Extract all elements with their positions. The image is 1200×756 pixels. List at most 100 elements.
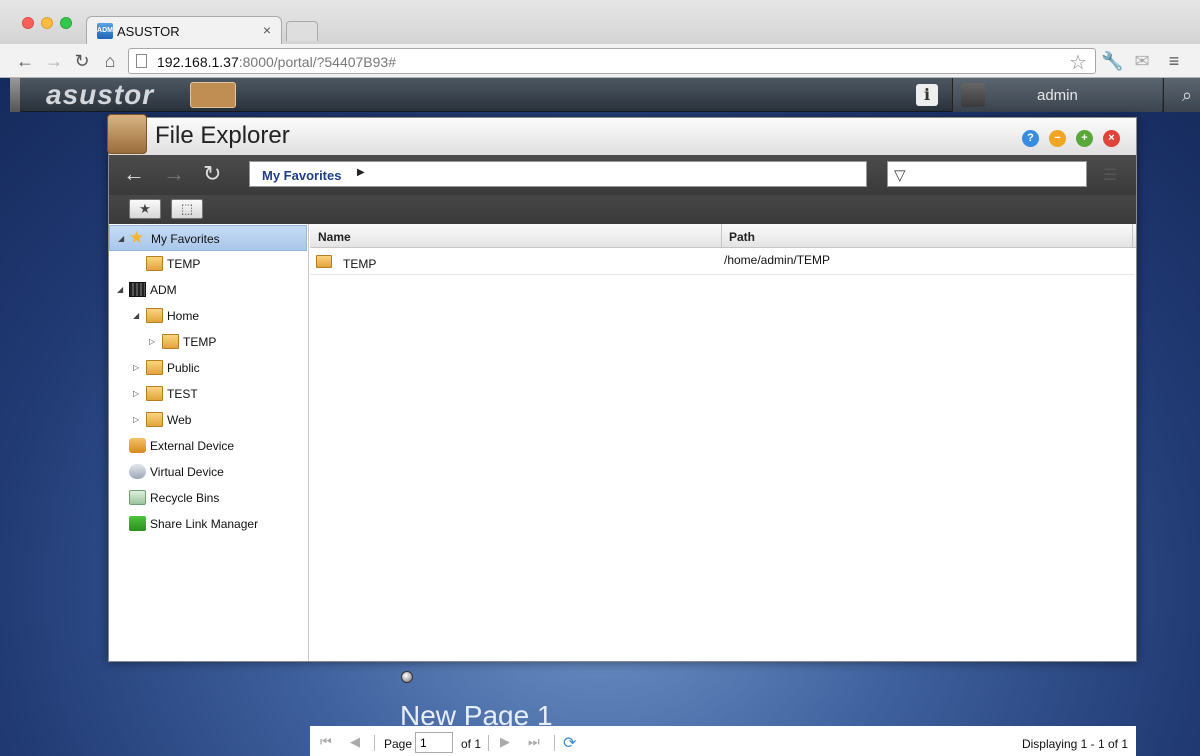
shared-folder-icon — [146, 308, 163, 323]
zoom-window-button[interactable] — [60, 17, 72, 29]
row-name: TEMP — [343, 257, 377, 271]
folder-icon — [162, 334, 179, 349]
breadcrumb[interactable]: My Favorites ▶ — [249, 161, 867, 187]
file-explorer-window: File Explorer ? − + × ← → ↻ My Favorites… — [107, 114, 1137, 756]
minimize-button[interactable]: − — [1049, 130, 1066, 147]
forward-arrow-icon[interactable]: → — [43, 50, 65, 72]
table-row[interactable]: TEMP /home/admin/TEMP — [310, 249, 1134, 275]
tree-item-my-favorites[interactable]: ◢ ★ My Favorites — [109, 225, 307, 251]
back-arrow-icon[interactable]: ← — [14, 50, 36, 72]
extension-icon[interactable]: ✉ — [1131, 50, 1153, 72]
tree-item-external-device[interactable]: External Device — [109, 433, 307, 459]
displaying-count: Displaying 1 - 1 of 1 — [1021, 737, 1128, 751]
folder-icon — [146, 256, 163, 271]
tree-item-home[interactable]: ◢ Home — [109, 303, 307, 329]
maximize-button[interactable]: + — [1076, 130, 1093, 147]
user-avatar-icon — [961, 83, 985, 107]
tree-item-test[interactable]: ▷ TEST — [109, 381, 307, 407]
refresh-icon[interactable]: ⟳ — [563, 733, 576, 753]
explorer-toolbar: ← → ↻ My Favorites ▶ ▽ ☰ — [109, 155, 1136, 195]
reload-icon[interactable]: ↻ — [71, 50, 93, 72]
collapse-triangle-icon[interactable]: ▷ — [133, 363, 139, 372]
tree-item-favorite-temp[interactable]: TEMP — [109, 251, 307, 277]
user-name: admin — [1037, 87, 1078, 104]
tree-item-label: External Device — [150, 439, 235, 453]
tree-item-label: Home — [167, 309, 200, 323]
breadcrumb-chevron-icon[interactable]: ▶ — [357, 167, 365, 178]
recycle-bin-icon — [129, 490, 146, 505]
column-header-path[interactable]: Path — [729, 230, 755, 244]
tab-title: ASUSTOR — [117, 24, 180, 39]
home-icon[interactable]: ⌂ — [99, 50, 121, 72]
expand-triangle-icon[interactable]: ◢ — [117, 285, 123, 294]
tree-item-public[interactable]: ▷ Public — [109, 355, 307, 381]
minimize-window-button[interactable] — [41, 17, 53, 29]
tree-item-adm[interactable]: ◢ ADM — [109, 277, 307, 303]
tree-item-share-link-manager[interactable]: Share Link Manager — [109, 511, 307, 537]
filter-funnel-icon: ▽ — [894, 167, 906, 184]
bookmark-star-icon[interactable]: ☆ — [1069, 50, 1087, 75]
desktop-page-dot[interactable] — [401, 671, 413, 683]
taskbar-handle[interactable] — [10, 78, 20, 112]
column-divider[interactable] — [1132, 224, 1133, 248]
close-button[interactable]: × — [1103, 130, 1120, 147]
close-window-button[interactable] — [22, 17, 34, 29]
tree-item-label: Virtual Device — [150, 465, 224, 479]
new-tab-button[interactable] — [286, 21, 318, 41]
star-icon: ★ — [129, 228, 145, 247]
info-icon[interactable]: i — [916, 84, 938, 106]
row-path: /home/admin/TEMP — [724, 253, 831, 267]
tree-item-label: TEMP — [183, 335, 217, 349]
file-explorer-taskbar-icon[interactable] — [190, 82, 236, 108]
browser-tab[interactable]: ADM ASUSTOR × — [86, 16, 282, 44]
refresh-icon[interactable]: ↻ — [203, 161, 221, 187]
column-divider[interactable] — [721, 224, 722, 248]
shared-folder-icon — [146, 386, 163, 401]
browser-tab-bar: ADM ASUSTOR × — [0, 0, 1200, 44]
first-page-icon[interactable]: ⏮ — [320, 734, 332, 750]
column-header-name[interactable]: Name — [318, 230, 351, 244]
forward-arrow-icon[interactable]: → — [163, 161, 185, 187]
address-bar[interactable]: 192.168.1.37:8000/portal/?54407B93# ☆ — [128, 48, 1096, 74]
wrench-icon[interactable]: 🔧 — [1101, 50, 1123, 72]
list-view-icon[interactable]: ☰ — [1103, 165, 1117, 185]
menu-icon[interactable]: ≡ — [1163, 50, 1185, 72]
filter-input[interactable]: ▽ — [887, 161, 1087, 187]
share-icon — [129, 516, 146, 531]
tree-item-web[interactable]: ▷ Web — [109, 407, 307, 433]
tab-close-icon[interactable]: × — [263, 22, 271, 38]
favorite-star-button[interactable]: ★ — [129, 199, 161, 219]
search-icon[interactable]: ⌕ — [1163, 78, 1200, 112]
select-cursor-button[interactable]: ⬚ — [171, 199, 203, 219]
tree-item-label: ADM — [150, 283, 177, 297]
tree-item-label: TEMP — [167, 257, 201, 271]
user-menu[interactable]: admin — [952, 78, 1162, 112]
tree-item-recycle-bins[interactable]: Recycle Bins — [109, 485, 307, 511]
asustor-logo: asustor — [46, 79, 155, 110]
previous-page-icon[interactable]: ◀ — [350, 734, 360, 750]
breadcrumb-item[interactable]: My Favorites — [262, 168, 341, 183]
help-button[interactable]: ? — [1022, 130, 1039, 147]
tree-item-label: Public — [167, 361, 200, 375]
tree-item-home-temp[interactable]: ▷ TEMP — [109, 329, 307, 355]
folder-icon — [316, 255, 332, 268]
next-page-icon[interactable]: ▶ — [500, 734, 510, 750]
tree-item-virtual-device[interactable]: Virtual Device — [109, 459, 307, 485]
window-titlebar[interactable]: File Explorer ? − + × — [107, 114, 1136, 155]
collapse-triangle-icon[interactable]: ▷ — [133, 389, 139, 398]
shared-folder-icon — [146, 360, 163, 375]
explorer-subtoolbar: ★ ⬚ — [109, 195, 1136, 224]
back-arrow-icon[interactable]: ← — [123, 161, 145, 187]
collapse-triangle-icon[interactable]: ▷ — [133, 415, 139, 424]
file-explorer-app-icon — [107, 114, 147, 154]
expand-triangle-icon[interactable]: ◢ — [133, 311, 139, 320]
page-number-input[interactable] — [415, 732, 453, 753]
last-page-icon[interactable]: ⏭ — [528, 734, 540, 750]
tree-item-label: Web — [167, 413, 192, 427]
tree-item-label: TEST — [167, 387, 198, 401]
virtual-disc-icon — [129, 464, 146, 479]
external-device-icon — [129, 438, 146, 453]
expand-triangle-icon[interactable]: ◢ — [118, 234, 124, 243]
collapse-triangle-icon[interactable]: ▷ — [149, 337, 155, 346]
pager-divider — [488, 735, 489, 751]
